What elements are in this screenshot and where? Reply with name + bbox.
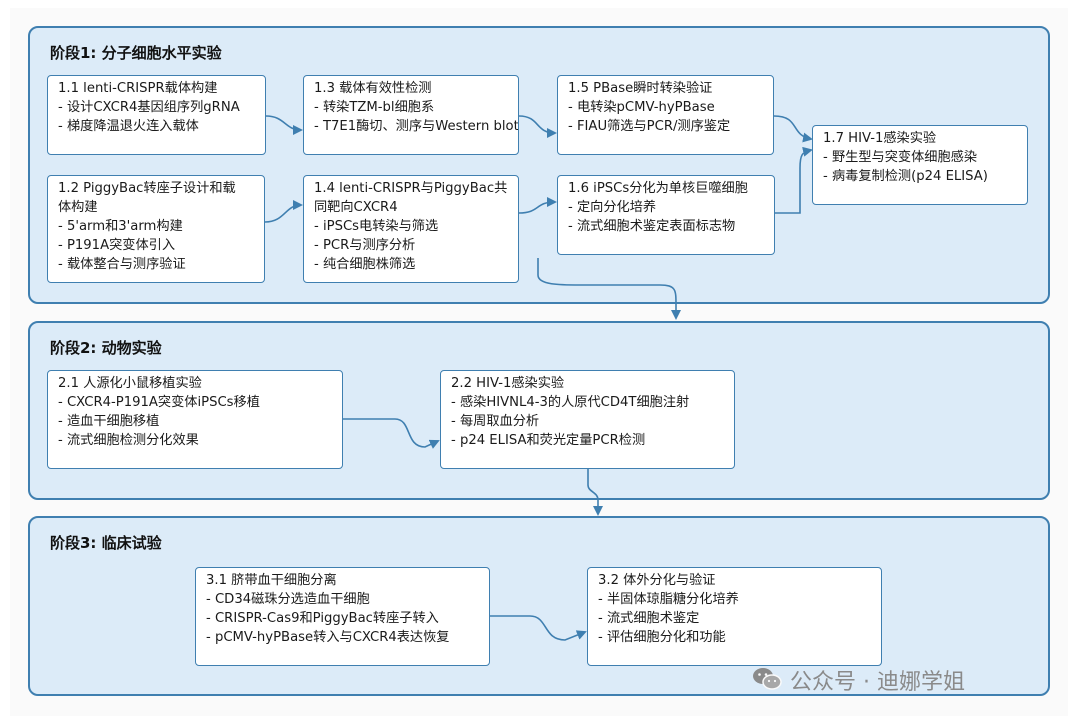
arrow-1-2-to-1-4	[264, 200, 303, 223]
arrow-1-3-to-1-5	[518, 115, 557, 138]
arrow-1-5-to-1-7	[773, 115, 813, 143]
arrow-stage2-to-stage3	[587, 469, 603, 516]
arrow-1-1-to-1-3	[265, 115, 303, 135]
arrow-1-6-to-1-7	[775, 146, 813, 214]
arrow-stage1-to-stage2	[537, 258, 681, 320]
watermark: 公众号 · 迪娜学姐	[752, 664, 965, 698]
watermark-text: 公众号 · 迪娜学姐	[790, 670, 965, 695]
arrow-1-4-to-1-6	[518, 197, 557, 214]
arrow-2-1-to-2-2	[343, 418, 440, 449]
wechat-icon	[752, 666, 782, 698]
arrow-3-1-to-3-2	[490, 615, 587, 641]
connector-arrows	[264, 115, 813, 641]
